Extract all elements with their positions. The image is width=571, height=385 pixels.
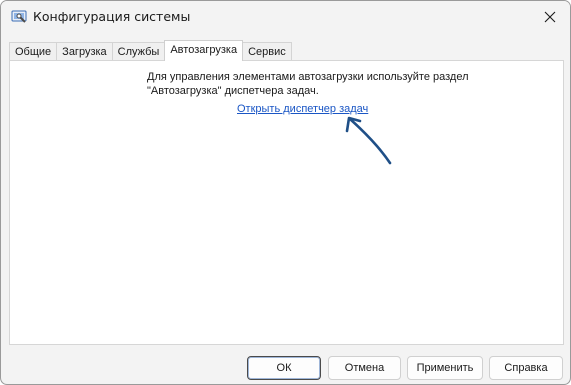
window-title: Конфигурация системы bbox=[33, 9, 191, 24]
msconfig-icon bbox=[11, 9, 27, 25]
tab-boot[interactable]: Загрузка bbox=[56, 42, 113, 61]
tab-general[interactable]: Общие bbox=[9, 42, 58, 61]
close-button[interactable] bbox=[530, 1, 570, 33]
tab-strip: Общие Загрузка Службы Автозагрузка Серви… bbox=[9, 40, 292, 61]
startup-info-text: Для управления элементами автозагрузки и… bbox=[147, 70, 469, 98]
tab-tools[interactable]: Сервис bbox=[242, 42, 292, 61]
system-config-window: Конфигурация системы Общие Загрузка Служ… bbox=[0, 0, 571, 385]
ok-button[interactable]: ОК bbox=[247, 356, 321, 380]
help-button[interactable]: Справка bbox=[489, 356, 563, 380]
startup-tab-panel: Для управления элементами автозагрузки и… bbox=[9, 60, 564, 345]
title-bar: Конфигурация системы bbox=[1, 1, 570, 33]
tab-services[interactable]: Службы bbox=[111, 42, 166, 61]
info-line-1: Для управления элементами автозагрузки и… bbox=[147, 71, 469, 83]
info-line-2: "Автозагрузка" диспетчера задач. bbox=[147, 85, 319, 97]
close-icon bbox=[544, 8, 556, 27]
apply-button[interactable]: Применить bbox=[407, 356, 483, 380]
arrow-pointer-icon bbox=[338, 111, 398, 171]
cancel-button[interactable]: Отмена bbox=[328, 356, 401, 380]
tab-startup[interactable]: Автозагрузка bbox=[164, 40, 244, 61]
